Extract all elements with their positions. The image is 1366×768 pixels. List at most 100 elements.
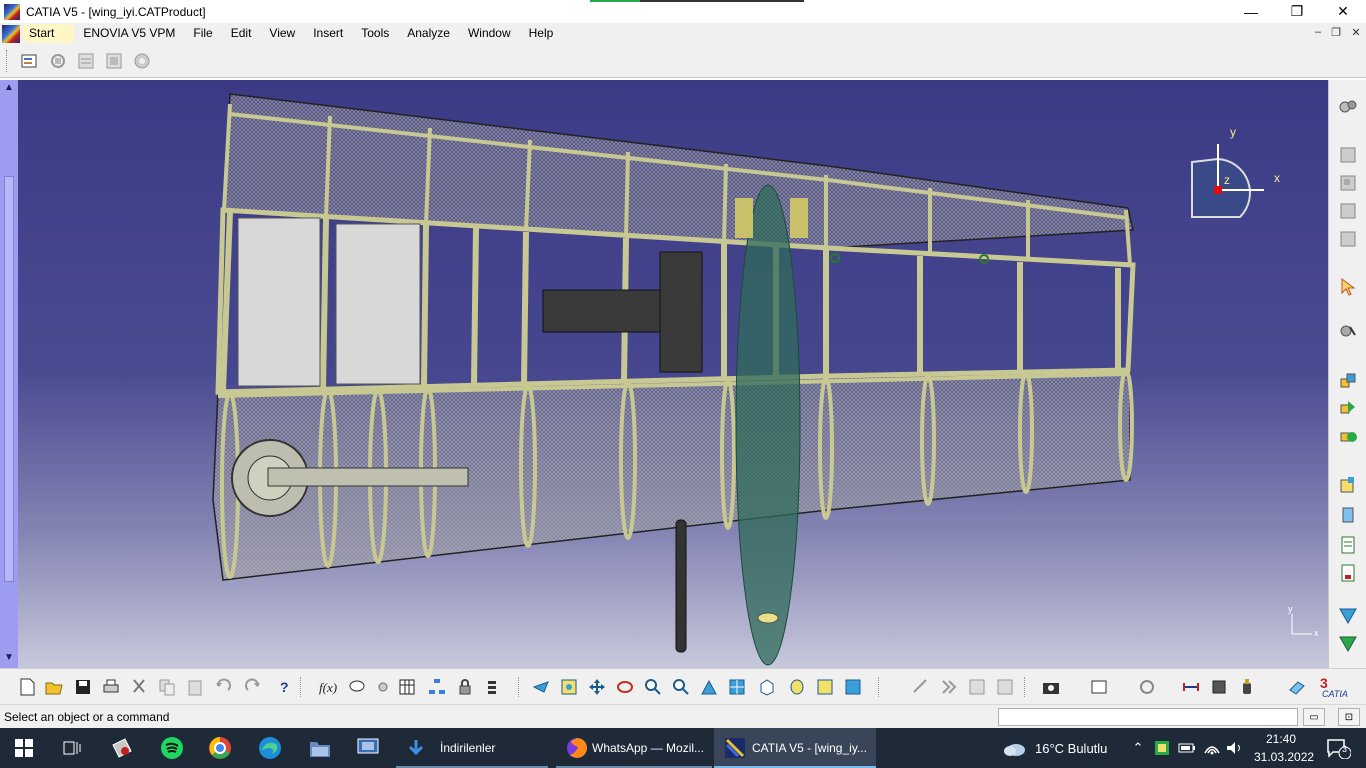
power-input-field[interactable]: [998, 708, 1298, 726]
redo-icon[interactable]: [242, 676, 264, 698]
scroll-down-icon[interactable]: ▼: [2, 652, 16, 666]
chrome-icon[interactable]: [196, 728, 244, 768]
lock-icon[interactable]: [454, 676, 476, 698]
menu-view[interactable]: View: [260, 24, 304, 43]
manipulation-icon[interactable]: [1337, 320, 1359, 342]
menu-analyze[interactable]: Analyze: [398, 24, 459, 43]
notifications-icon[interactable]: 3: [1318, 728, 1358, 768]
new-component-icon[interactable]: [18, 49, 42, 73]
battery-icon[interactable]: [1176, 728, 1198, 768]
wifi-icon[interactable]: [1200, 728, 1224, 768]
undo-icon[interactable]: [212, 676, 234, 698]
camera-icon[interactable]: [1040, 676, 1062, 698]
task-view-icon[interactable]: [48, 728, 96, 768]
table-icon[interactable]: [396, 676, 418, 698]
menu-tools[interactable]: Tools: [352, 24, 398, 43]
hierarchy-icon[interactable]: [426, 676, 448, 698]
material-icon[interactable]: [1286, 676, 1308, 698]
new-icon[interactable]: [16, 676, 38, 698]
clock-date[interactable]: 31.03.2022: [1254, 750, 1314, 764]
bill-of-material-icon[interactable]: [1337, 534, 1359, 556]
file-explorer-icon[interactable]: [296, 728, 344, 768]
compass-icon[interactable]: y x z: [1180, 122, 1290, 232]
select-arrow-icon[interactable]: [1337, 276, 1359, 298]
clash-icon[interactable]: [1337, 632, 1359, 654]
weather-cloud-icon[interactable]: [1000, 728, 1028, 768]
remote-desktop-icon[interactable]: [344, 728, 392, 768]
cut-icon[interactable]: [128, 676, 150, 698]
edge-icon[interactable]: [246, 728, 294, 768]
copy-icon[interactable]: [156, 676, 178, 698]
menu-window[interactable]: Window: [459, 24, 520, 43]
catalog-icon[interactable]: [1337, 144, 1359, 166]
tray-expand-icon[interactable]: ⌃: [1128, 728, 1148, 768]
manage-representations-icon[interactable]: [130, 49, 154, 73]
existing-component-icon[interactable]: [1337, 172, 1359, 194]
fit-all-icon[interactable]: [558, 676, 580, 698]
open-icon[interactable]: [43, 676, 65, 698]
graph-tree-reordering-icon[interactable]: [74, 49, 98, 73]
save-icon[interactable]: [72, 676, 94, 698]
pan-icon[interactable]: [586, 676, 608, 698]
scroll-up-icon[interactable]: ▲: [2, 82, 16, 96]
menu-file[interactable]: File: [184, 24, 221, 43]
shading-icon[interactable]: [786, 676, 808, 698]
space-analysis-icon[interactable]: [1337, 604, 1359, 626]
menu-help[interactable]: Help: [520, 24, 563, 43]
power-input-clear-icon[interactable]: ▭: [1303, 708, 1325, 726]
wing-model[interactable]: [18, 80, 1328, 668]
catia-logo-icon[interactable]: [2, 24, 20, 43]
taskbar-app-downloads[interactable]: İndirilenler: [396, 728, 548, 768]
zoom-in-icon[interactable]: [642, 676, 664, 698]
weather-text[interactable]: 16°C Bulutlu: [1035, 741, 1107, 756]
update-icon[interactable]: [1088, 676, 1110, 698]
menu-insert[interactable]: Insert: [304, 24, 352, 43]
tree-scrollbar[interactable]: ▲ ▼: [0, 80, 18, 668]
tree-report-icon[interactable]: [1337, 562, 1359, 584]
mdi-close-button[interactable]: ✕: [1348, 26, 1364, 40]
spotify-icon[interactable]: [148, 728, 196, 768]
taskbar-app-catia[interactable]: CATIA V5 - [wing_iy...: [714, 728, 876, 768]
refresh-icon[interactable]: [1136, 676, 1158, 698]
minimize-button[interactable]: —: [1228, 0, 1274, 23]
close-button[interactable]: ✕: [1320, 0, 1366, 23]
measure-icon[interactable]: [910, 676, 932, 698]
pinned-app-icon[interactable]: [98, 728, 146, 768]
hide-show-icon[interactable]: [814, 676, 836, 698]
mdi-minimize-button[interactable]: –: [1310, 26, 1326, 40]
snap-icon[interactable]: [1337, 396, 1359, 418]
restore-button[interactable]: ❐: [1274, 0, 1320, 23]
tray-app-icon[interactable]: [1152, 728, 1172, 768]
move-icon[interactable]: [1337, 370, 1359, 392]
taskbar-app-whatsapp[interactable]: WhatsApp — Mozil...: [556, 728, 712, 768]
next-icon[interactable]: [938, 676, 960, 698]
swap-space-icon[interactable]: [842, 676, 864, 698]
menu-edit[interactable]: Edit: [222, 24, 261, 43]
fly-mode-icon[interactable]: [530, 676, 552, 698]
analysis-icon[interactable]: [994, 676, 1016, 698]
constraint-icon[interactable]: [1337, 474, 1359, 496]
toolbar-grip[interactable]: [6, 49, 10, 72]
3d-viewport[interactable]: y x z y x: [18, 80, 1328, 668]
comment-icon[interactable]: [346, 676, 368, 698]
multi-view-icon[interactable]: [726, 676, 748, 698]
parameters-icon[interactable]: [484, 676, 506, 698]
zoom-out-icon[interactable]: [670, 676, 692, 698]
generate-numbering-icon[interactable]: [102, 49, 126, 73]
paste-icon[interactable]: [184, 676, 206, 698]
inertia-icon[interactable]: [1208, 676, 1230, 698]
menu-enovia[interactable]: ENOVIA V5 VPM: [74, 24, 184, 43]
dimension-icon[interactable]: [1180, 676, 1202, 698]
replace-component-icon[interactable]: [46, 49, 70, 73]
knowledge-icon[interactable]: [372, 676, 394, 698]
clock-time[interactable]: 21:40: [1266, 732, 1296, 746]
scrollbar-thumb[interactable]: [4, 176, 14, 582]
iso-view-icon[interactable]: [756, 676, 778, 698]
mdi-restore-button[interactable]: ❐: [1328, 26, 1344, 40]
windows-start-icon[interactable]: [0, 728, 48, 768]
power-input-options-icon[interactable]: ⊡: [1338, 708, 1360, 726]
product-icon[interactable]: [1337, 228, 1359, 250]
normal-view-icon[interactable]: [698, 676, 720, 698]
gears-icon[interactable]: [1337, 96, 1359, 118]
menu-start[interactable]: Start: [23, 24, 75, 43]
